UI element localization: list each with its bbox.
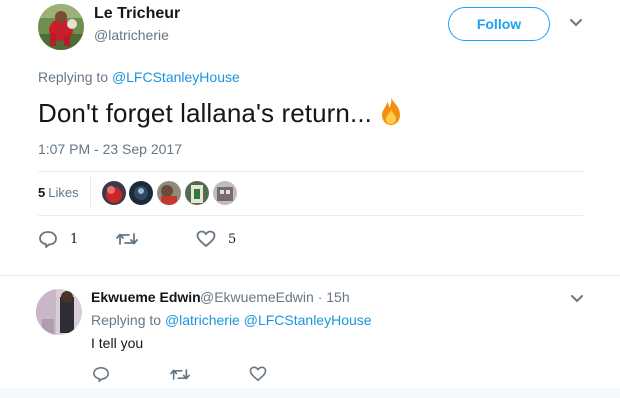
- divider: [38, 215, 583, 216]
- replying-prefix: Replying to: [38, 69, 109, 85]
- user-handle[interactable]: @latricherie: [94, 27, 169, 43]
- fire-icon: [381, 97, 400, 125]
- avatar[interactable]: [36, 289, 82, 335]
- heart-icon: [196, 230, 216, 247]
- tweet-text-content: Don't forget lallana's return...: [38, 98, 372, 128]
- follow-button[interactable]: Follow: [448, 7, 550, 41]
- chevron-down-icon[interactable]: [570, 294, 584, 304]
- list-bottom-border: [0, 388, 620, 398]
- display-name[interactable]: Ekwueme Edwin: [91, 289, 201, 305]
- reply-icon: [39, 231, 57, 248]
- likes-number: 5: [38, 185, 46, 200]
- like-action[interactable]: [249, 364, 267, 384]
- chevron-down-icon[interactable]: [569, 18, 583, 28]
- heart-icon: [249, 366, 267, 382]
- divider: [90, 176, 91, 210]
- retweet-icon: [116, 233, 138, 245]
- like-action[interactable]: 5: [196, 229, 236, 249]
- reply-icon: [93, 366, 109, 382]
- retweet-action[interactable]: [116, 229, 150, 249]
- reply-action[interactable]: [92, 364, 110, 384]
- like-count: 5: [228, 231, 237, 247]
- main-tweet: Le Tricheur @latricherie Follow Replying…: [0, 0, 620, 276]
- display-name[interactable]: Le Tricheur: [94, 5, 180, 23]
- liker-avatar[interactable]: [102, 181, 126, 205]
- replying-prefix: Replying to: [91, 312, 162, 328]
- liker-avatar[interactable]: [185, 181, 209, 205]
- mention-link[interactable]: @LFCStanleyHouse: [112, 69, 240, 85]
- replying-to: Replying to @LFCStanleyHouse: [38, 69, 240, 85]
- reply-tweet[interactable]: Ekwueme Edwin @EkwuemeEdwin · 15h Replyi…: [0, 277, 620, 398]
- retweet-action[interactable]: [170, 364, 190, 384]
- likes-count[interactable]: 5 Likes: [38, 185, 79, 200]
- replying-to: Replying to @latricherie @LFCStanleyHous…: [91, 312, 372, 328]
- divider: [38, 171, 583, 172]
- tweet-text: I tell you: [91, 335, 144, 351]
- divider: [0, 275, 620, 276]
- reply-count: 1: [70, 231, 79, 247]
- handle-and-time[interactable]: @EkwuemeEdwin · 15h: [200, 289, 350, 305]
- mention-link[interactable]: @latricherie: [165, 312, 240, 328]
- tweet-text: Don't forget lallana's return...: [38, 96, 404, 129]
- likes-label: Likes: [48, 185, 79, 200]
- retweet-icon: [170, 368, 190, 380]
- liker-avatar[interactable]: [129, 181, 153, 205]
- mention-link[interactable]: @LFCStanleyHouse: [244, 312, 372, 328]
- reply-action[interactable]: 1: [38, 229, 78, 249]
- liker-avatar[interactable]: [157, 181, 181, 205]
- timestamp[interactable]: 1:07 PM - 23 Sep 2017: [38, 141, 182, 157]
- liker-avatar[interactable]: [213, 181, 237, 205]
- avatar[interactable]: [38, 4, 84, 50]
